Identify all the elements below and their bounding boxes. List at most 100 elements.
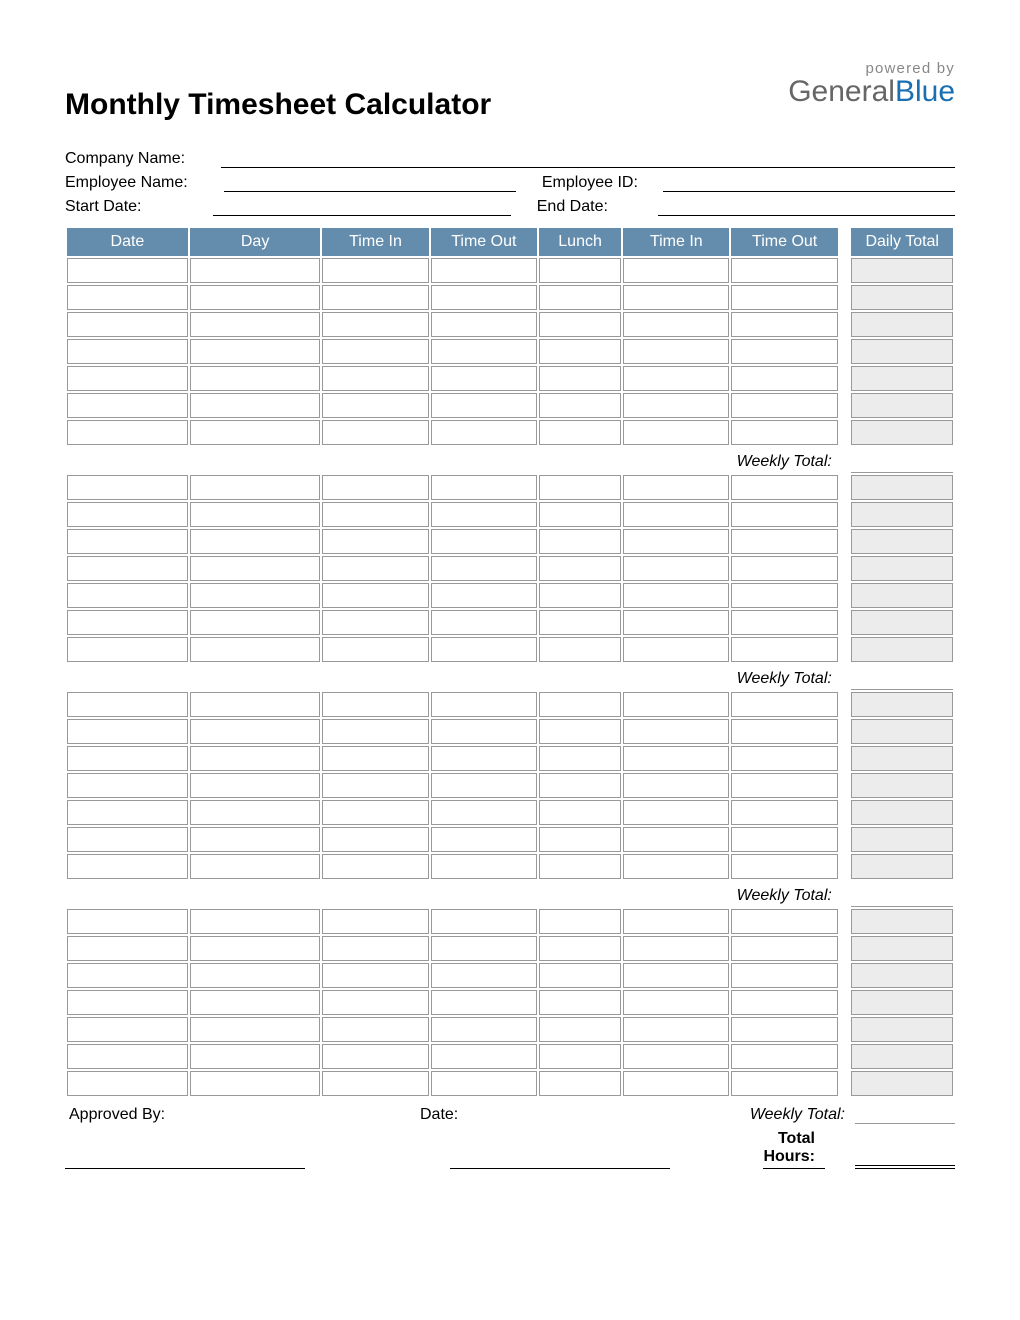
cell[interactable] — [67, 692, 188, 717]
cell[interactable] — [67, 800, 188, 825]
cell[interactable] — [539, 610, 621, 635]
cell[interactable] — [851, 1044, 953, 1069]
cell[interactable] — [623, 610, 729, 635]
cell[interactable] — [322, 556, 428, 581]
cell[interactable] — [67, 746, 188, 771]
cell[interactable] — [623, 637, 729, 662]
cell[interactable] — [539, 366, 621, 391]
cell[interactable] — [431, 258, 537, 283]
cell[interactable] — [190, 746, 321, 771]
cell[interactable] — [190, 475, 321, 500]
cell[interactable] — [623, 339, 729, 364]
cell[interactable] — [623, 529, 729, 554]
cell[interactable] — [731, 366, 837, 391]
cell[interactable] — [851, 393, 953, 418]
cell[interactable] — [431, 583, 537, 608]
cell[interactable] — [731, 746, 837, 771]
cell[interactable] — [851, 800, 953, 825]
cell[interactable] — [539, 936, 621, 961]
cell[interactable] — [431, 1071, 537, 1096]
cell[interactable] — [67, 339, 188, 364]
cell[interactable] — [539, 529, 621, 554]
cell[interactable] — [623, 909, 729, 934]
cell[interactable] — [322, 746, 428, 771]
cell[interactable] — [539, 909, 621, 934]
cell[interactable] — [67, 312, 188, 337]
cell[interactable] — [190, 285, 321, 310]
cell[interactable] — [539, 990, 621, 1015]
cell[interactable] — [431, 556, 537, 581]
cell[interactable] — [539, 502, 621, 527]
weekly-total-value[interactable] — [851, 664, 953, 690]
cell[interactable] — [67, 285, 188, 310]
cell[interactable] — [67, 936, 188, 961]
cell[interactable] — [539, 827, 621, 852]
cell[interactable] — [322, 502, 428, 527]
cell[interactable] — [67, 420, 188, 445]
cell[interactable] — [539, 339, 621, 364]
cell[interactable] — [623, 1071, 729, 1096]
cell[interactable] — [190, 963, 321, 988]
weekly-total-value[interactable] — [851, 447, 953, 473]
cell[interactable] — [322, 936, 428, 961]
cell[interactable] — [623, 420, 729, 445]
cell[interactable] — [67, 475, 188, 500]
cell[interactable] — [322, 773, 428, 798]
cell[interactable] — [851, 990, 953, 1015]
cell[interactable] — [431, 1017, 537, 1042]
cell[interactable] — [731, 583, 837, 608]
total-hours-value[interactable] — [855, 1149, 955, 1169]
cell[interactable] — [322, 366, 428, 391]
cell[interactable] — [431, 990, 537, 1015]
cell[interactable] — [431, 854, 537, 879]
cell[interactable] — [623, 366, 729, 391]
cell[interactable] — [322, 909, 428, 934]
cell[interactable] — [67, 963, 188, 988]
cell[interactable] — [539, 692, 621, 717]
cell[interactable] — [539, 1071, 621, 1096]
cell[interactable] — [731, 800, 837, 825]
cell[interactable] — [731, 529, 837, 554]
cell[interactable] — [623, 502, 729, 527]
cell[interactable] — [431, 827, 537, 852]
cell[interactable] — [190, 366, 321, 391]
cell[interactable] — [431, 502, 537, 527]
cell[interactable] — [851, 475, 953, 500]
cell[interactable] — [623, 1044, 729, 1069]
cell[interactable] — [431, 610, 537, 635]
cell[interactable] — [190, 420, 321, 445]
cell[interactable] — [731, 773, 837, 798]
cell[interactable] — [851, 746, 953, 771]
cell[interactable] — [623, 393, 729, 418]
cell[interactable] — [731, 339, 837, 364]
cell[interactable] — [190, 909, 321, 934]
cell[interactable] — [539, 746, 621, 771]
cell[interactable] — [431, 773, 537, 798]
cell[interactable] — [67, 502, 188, 527]
cell[interactable] — [322, 963, 428, 988]
cell[interactable] — [67, 1044, 188, 1069]
cell[interactable] — [623, 692, 729, 717]
cell[interactable] — [322, 1044, 428, 1069]
cell[interactable] — [731, 936, 837, 961]
cell[interactable] — [431, 800, 537, 825]
cell[interactable] — [851, 366, 953, 391]
cell[interactable] — [851, 827, 953, 852]
cell[interactable] — [539, 556, 621, 581]
cell[interactable] — [539, 800, 621, 825]
cell[interactable] — [731, 502, 837, 527]
cell[interactable] — [67, 719, 188, 744]
cell[interactable] — [851, 529, 953, 554]
cell[interactable] — [539, 475, 621, 500]
cell[interactable] — [623, 285, 729, 310]
cell[interactable] — [322, 719, 428, 744]
cell[interactable] — [731, 258, 837, 283]
cell[interactable] — [322, 827, 428, 852]
cell[interactable] — [431, 1044, 537, 1069]
cell[interactable] — [67, 366, 188, 391]
cell[interactable] — [431, 420, 537, 445]
cell[interactable] — [431, 963, 537, 988]
cell[interactable] — [190, 692, 321, 717]
cell[interactable] — [623, 990, 729, 1015]
cell[interactable] — [623, 773, 729, 798]
